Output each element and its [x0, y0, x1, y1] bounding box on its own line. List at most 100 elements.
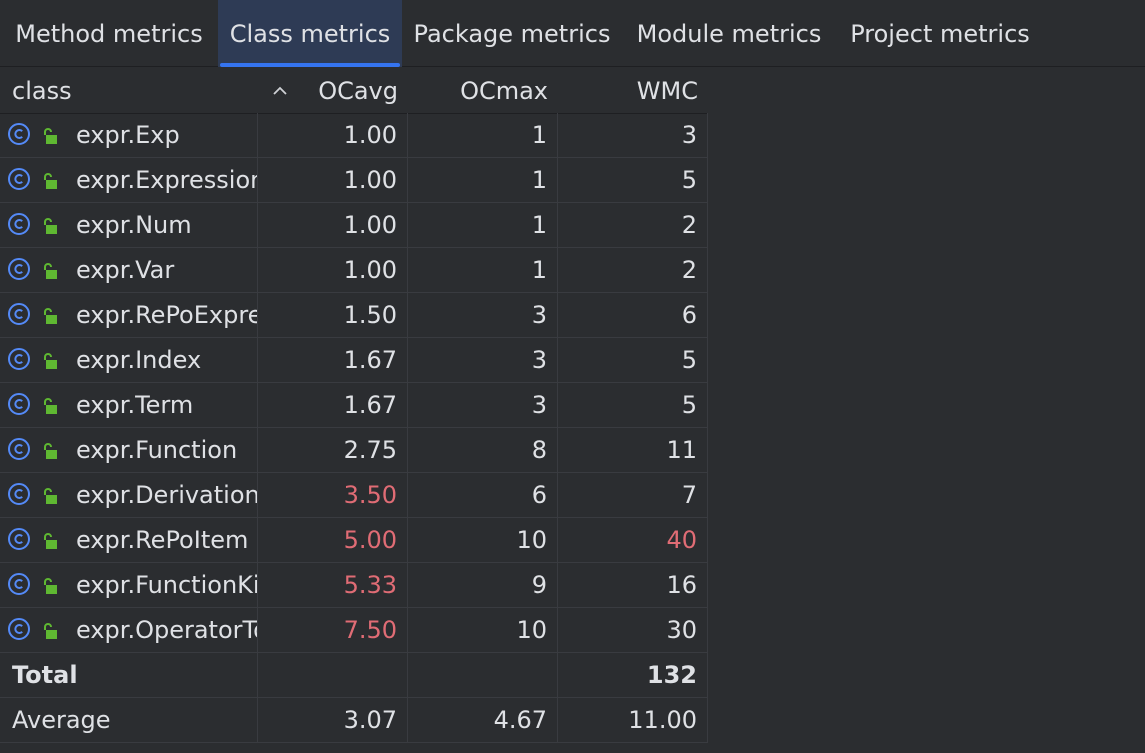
ocavg-cell: 1.50 [258, 293, 408, 337]
average-wmc-cell: 11.00 [558, 698, 708, 742]
class-name-cell: expr.Var [0, 248, 258, 292]
unlocked-padlock-icon [42, 577, 58, 595]
ocmax-cell: 8 [408, 428, 558, 472]
tab-module-metrics[interactable]: Module metrics [622, 0, 836, 67]
table-row[interactable]: expr.Exp 1.00 1 3 [0, 113, 708, 158]
tab-project-metrics[interactable]: Project metrics [836, 0, 1044, 67]
ocmax-cell: 1 [408, 113, 558, 157]
class-icon [8, 483, 30, 505]
tab-method-metrics[interactable]: Method metrics [0, 0, 218, 67]
wmc-cell: 16 [558, 563, 708, 607]
column-header-ocmax[interactable]: OCmax [408, 68, 558, 113]
class-icon [8, 438, 30, 460]
ocavg-cell: 1.67 [258, 338, 408, 382]
wmc-cell: 11 [558, 428, 708, 472]
ocmax-cell: 1 [408, 203, 558, 247]
table-row[interactable]: expr.RePoItem 5.00 10 40 [0, 518, 708, 563]
wmc-cell: 40 [558, 518, 708, 562]
table-row[interactable]: expr.Index 1.67 3 5 [0, 338, 708, 383]
total-label: Total [0, 653, 258, 697]
average-row: Average 3.07 4.67 11.00 [0, 698, 708, 743]
wmc-cell: 5 [558, 338, 708, 382]
ocavg-cell: 1.00 [258, 158, 408, 202]
ocavg-cell: 7.50 [258, 608, 408, 652]
class-name-cell: expr.FunctionKil [0, 563, 258, 607]
table-row[interactable]: expr.OperatorTo 7.50 10 30 [0, 608, 708, 653]
ocmax-cell: 6 [408, 473, 558, 517]
total-wmc-cell: 132 [558, 653, 708, 697]
class-name-cell: expr.Term [0, 383, 258, 427]
class-name-cell: expr.OperatorTo [0, 608, 258, 652]
class-name-cell: expr.DerivationK [0, 473, 258, 517]
wmc-cell: 7 [558, 473, 708, 517]
ocavg-cell: 1.00 [258, 113, 408, 157]
average-label: Average [0, 698, 258, 742]
ocmax-cell: 10 [408, 518, 558, 562]
tab-class-metrics[interactable]: Class metrics [218, 0, 402, 67]
ocavg-cell: 3.50 [258, 473, 408, 517]
class-icon [8, 303, 30, 325]
table-row[interactable]: expr.FunctionKil 5.33 9 16 [0, 563, 708, 608]
ocavg-cell: 5.33 [258, 563, 408, 607]
ocavg-cell: 1.67 [258, 383, 408, 427]
total-ocmax-cell [408, 653, 558, 697]
ocmax-cell: 1 [408, 248, 558, 292]
ocmax-cell: 3 [408, 338, 558, 382]
wmc-cell: 5 [558, 383, 708, 427]
table-row[interactable]: expr.Var 1.00 1 2 [0, 248, 708, 293]
wmc-cell: 2 [558, 248, 708, 292]
total-row: Total 132 [0, 653, 708, 698]
tab-package-metrics[interactable]: Package metrics [402, 0, 622, 67]
ocmax-cell: 10 [408, 608, 558, 652]
class-name-cell: expr.Expression [0, 158, 258, 202]
unlocked-padlock-icon [42, 262, 58, 280]
column-header-wmc[interactable]: WMC [558, 68, 708, 113]
class-name-cell: expr.RePoExpres [0, 293, 258, 337]
class-icon [8, 258, 30, 280]
class-name-cell: expr.Index [0, 338, 258, 382]
unlocked-padlock-icon [42, 397, 58, 415]
table-header: class OCavg OCmax WMC [0, 68, 708, 114]
unlocked-padlock-icon [42, 127, 58, 145]
table-row[interactable]: expr.Function 2.75 8 11 [0, 428, 708, 473]
unlocked-padlock-icon [42, 442, 58, 460]
column-header-class[interactable]: class [12, 68, 252, 113]
table-row[interactable]: expr.Term 1.67 3 5 [0, 383, 708, 428]
average-ocavg-cell: 3.07 [258, 698, 408, 742]
unlocked-padlock-icon [42, 352, 58, 370]
unlocked-padlock-icon [42, 307, 58, 325]
table-row[interactable]: expr.Num 1.00 1 2 [0, 203, 708, 248]
class-name-cell: expr.Exp [0, 113, 258, 157]
ocmax-cell: 3 [408, 383, 558, 427]
wmc-cell: 2 [558, 203, 708, 247]
unlocked-padlock-icon [42, 622, 58, 640]
class-icon [8, 528, 30, 550]
unlocked-padlock-icon [42, 532, 58, 550]
class-icon [8, 348, 30, 370]
ocavg-cell: 2.75 [258, 428, 408, 472]
average-ocmax-cell: 4.67 [408, 698, 558, 742]
unlocked-padlock-icon [42, 217, 58, 235]
class-name-cell: expr.Num [0, 203, 258, 247]
table-row[interactable]: expr.Expression 1.00 1 5 [0, 158, 708, 203]
sort-ascending-icon[interactable] [268, 68, 292, 113]
ocavg-cell: 1.00 [258, 248, 408, 292]
metrics-tab-bar: Method metrics Class metrics Package met… [0, 0, 1145, 67]
class-icon [8, 123, 30, 145]
wmc-cell: 6 [558, 293, 708, 337]
class-name-cell: expr.RePoItem [0, 518, 258, 562]
ocmax-cell: 9 [408, 563, 558, 607]
ocmax-cell: 1 [408, 158, 558, 202]
wmc-cell: 30 [558, 608, 708, 652]
total-ocavg-cell [258, 653, 408, 697]
unlocked-padlock-icon [42, 172, 58, 190]
table-row[interactable]: expr.RePoExpres 1.50 3 6 [0, 293, 708, 338]
class-icon [8, 618, 30, 640]
unlocked-padlock-icon [42, 487, 58, 505]
wmc-cell: 5 [558, 158, 708, 202]
table-row[interactable]: expr.DerivationK 3.50 6 7 [0, 473, 708, 518]
class-icon [8, 573, 30, 595]
class-icon [8, 168, 30, 190]
ocmax-cell: 3 [408, 293, 558, 337]
class-name-cell: expr.Function [0, 428, 258, 472]
